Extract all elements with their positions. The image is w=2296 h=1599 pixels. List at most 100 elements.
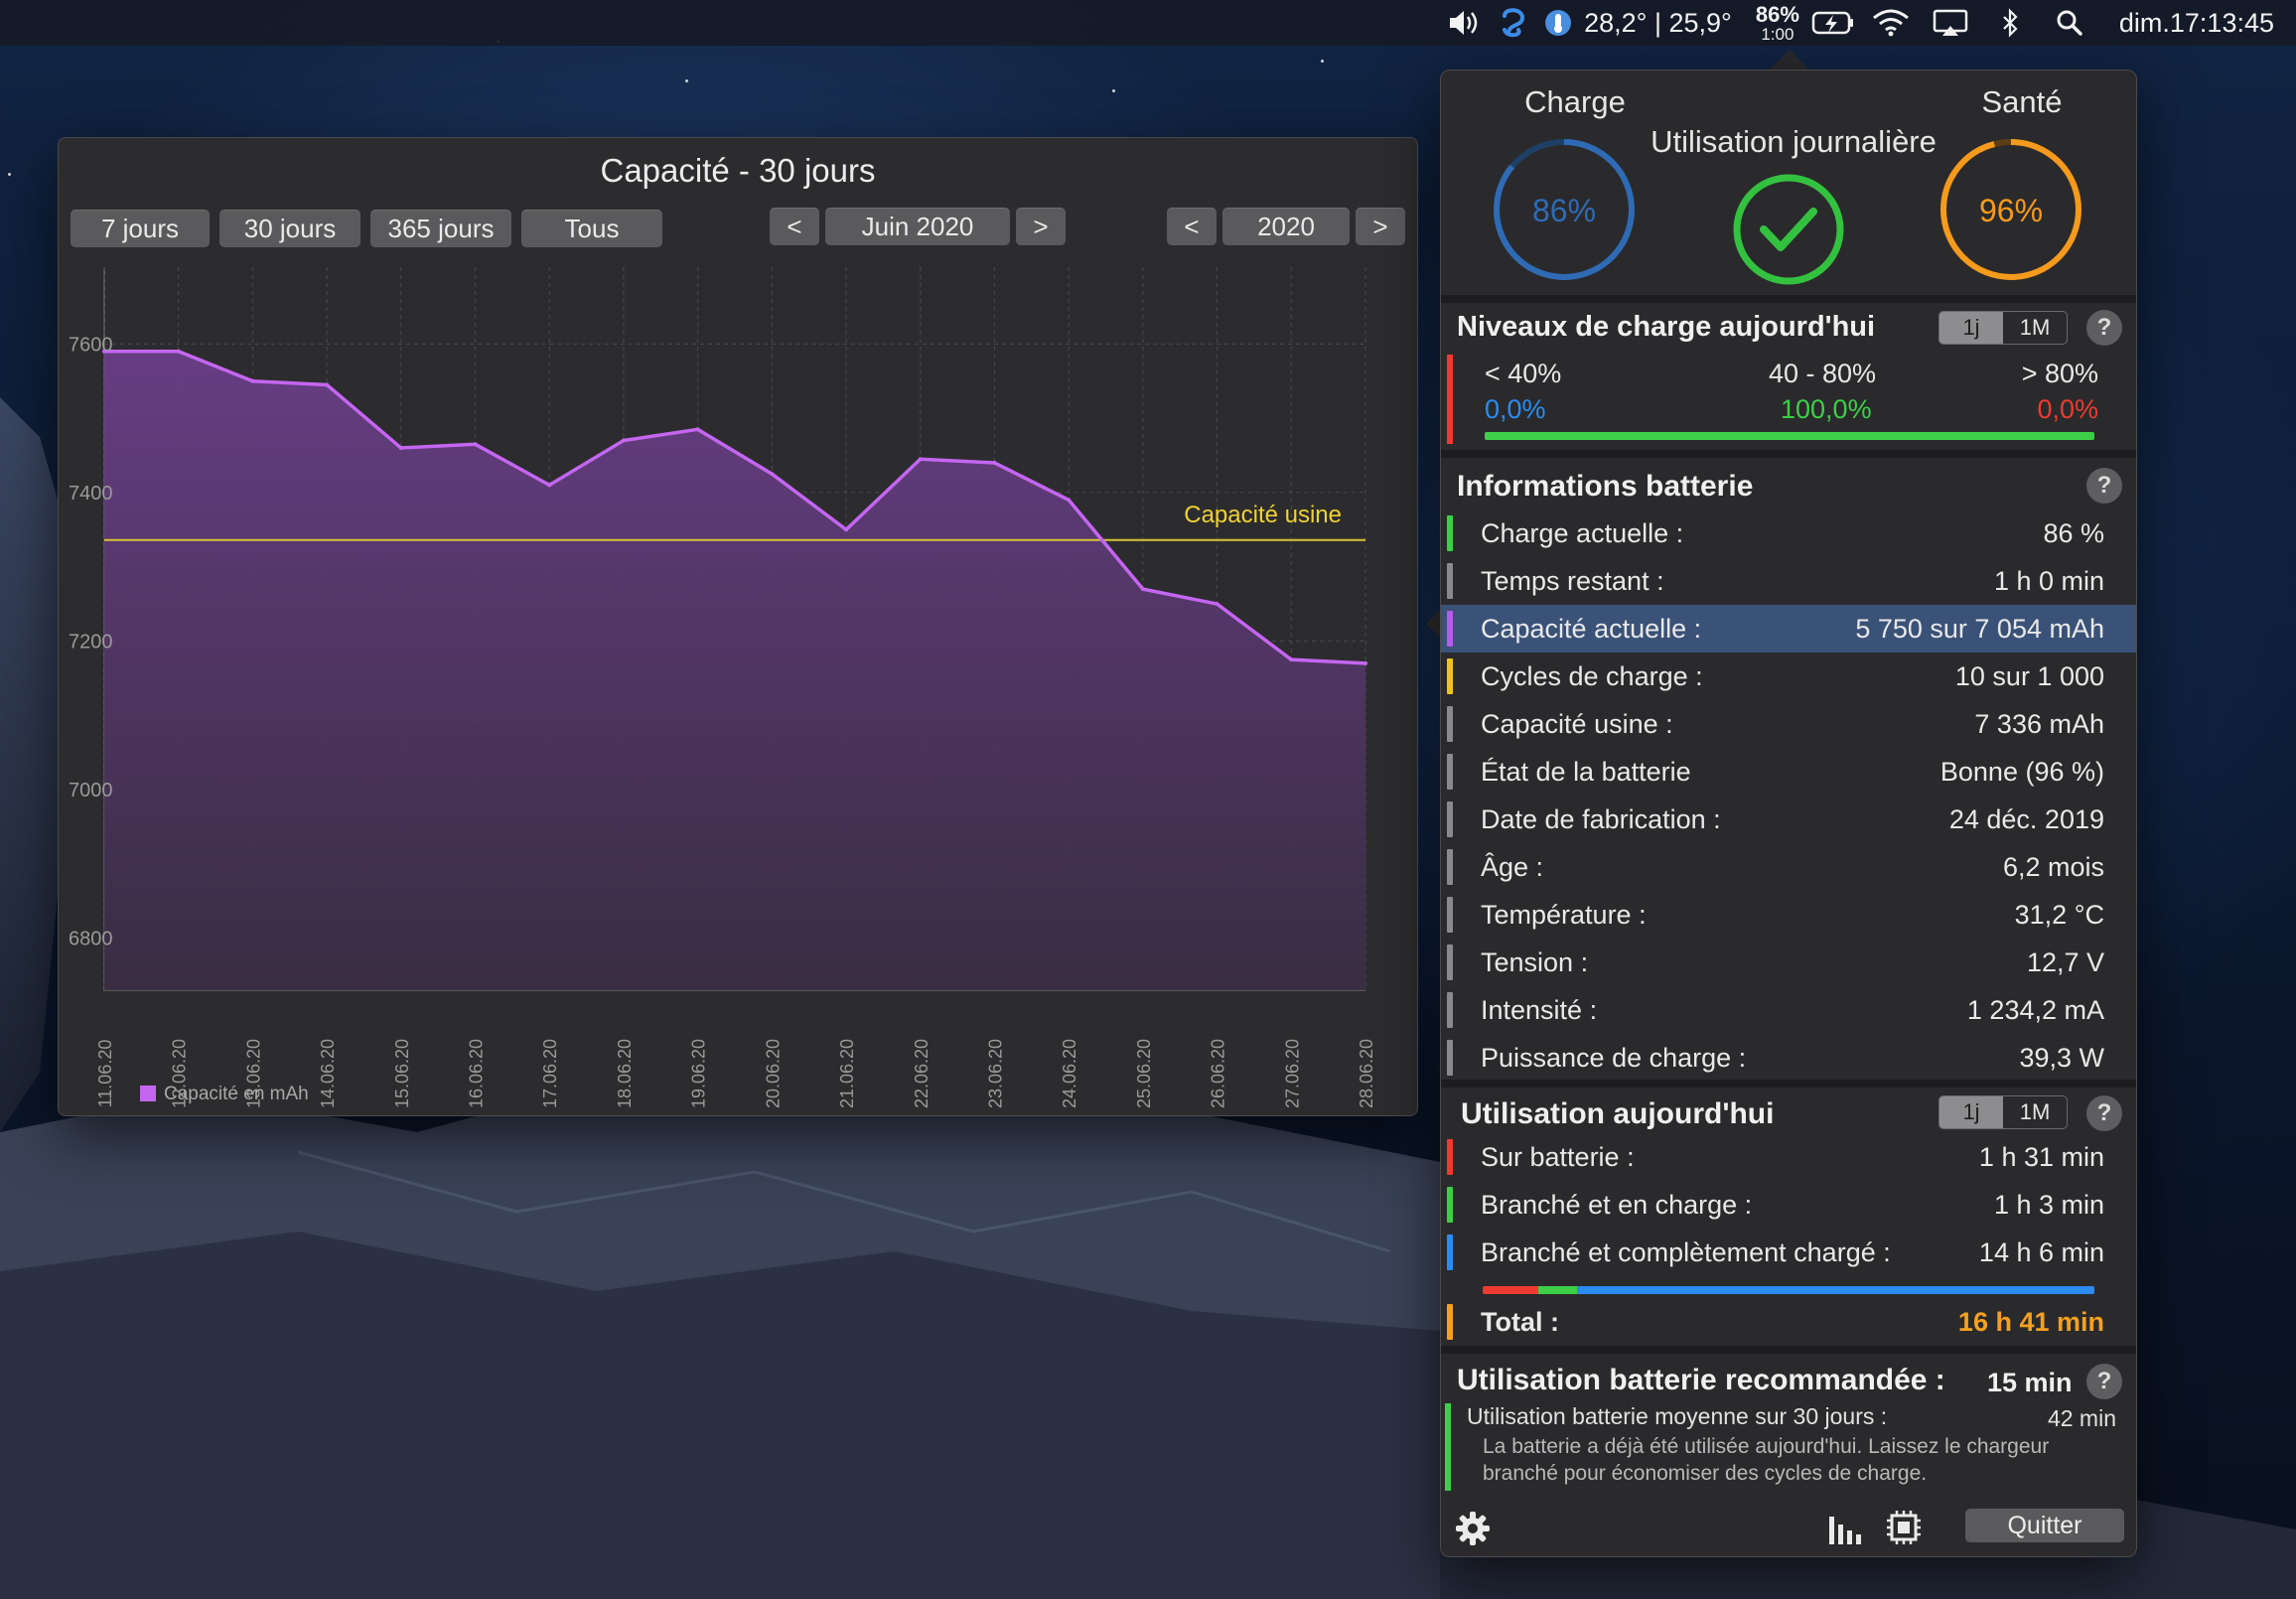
- volume-icon[interactable]: [1439, 0, 1489, 46]
- usage-help-icon[interactable]: ?: [2086, 1095, 2122, 1131]
- x-tick-label: 17.06.20: [540, 1039, 560, 1108]
- capacity-point: [473, 442, 478, 447]
- legend-swatch: [140, 1086, 156, 1101]
- info-row-label: Puissance de charge :: [1481, 1042, 1747, 1073]
- battery-time: 1:00: [1761, 24, 1794, 44]
- x-tick-label: 26.06.20: [1209, 1039, 1228, 1108]
- level-high-value: 0,0%: [2037, 394, 2098, 424]
- info-row-value: 1 234,2 mA: [1966, 994, 2104, 1025]
- charge-levels-help-icon[interactable]: ?: [2086, 310, 2122, 346]
- settings-gear-icon[interactable]: [1453, 1509, 1493, 1548]
- info-row-value: 5 750 sur 7 054 mAh: [1855, 613, 2104, 644]
- info-row-value: 7 336 mAh: [1974, 708, 2104, 739]
- info-row-label: Date de fabrication :: [1481, 803, 1721, 834]
- info-row-label: Capacité usine :: [1481, 708, 1673, 739]
- quit-button[interactable]: Quitter: [1965, 1509, 2124, 1542]
- info-row-color-bar: [1447, 563, 1453, 599]
- battery-popover: Charge Utilisation journalière Santé 86%…: [1440, 70, 2137, 1557]
- recommended-usage-section: Utilisation batterie recommandée : 15 mi…: [1441, 1354, 2136, 1497]
- info-row-color-bar: [1447, 658, 1453, 694]
- info-row: Capacité usine : 7 336 mAh: [1441, 700, 2136, 748]
- period-1m-button[interactable]: 1M: [2003, 312, 2067, 344]
- capacity-point: [1289, 657, 1294, 662]
- app-status-icon[interactable]: [1489, 0, 1538, 46]
- x-tick-label: 22.06.20: [912, 1039, 932, 1108]
- info-row-value: 1 h 0 min: [1993, 565, 2104, 596]
- usage-distribution-bar: [1483, 1286, 2094, 1294]
- usage-total-label: Total :: [1481, 1306, 1559, 1337]
- usage-row-label: Branché et complètement chargé :: [1481, 1236, 1891, 1267]
- info-row[interactable]: Capacité actuelle : 5 750 sur 7 054 mAh: [1441, 605, 2136, 653]
- history-chart-icon[interactable]: [1826, 1509, 1866, 1546]
- info-row: Âge : 6,2 mois: [1441, 843, 2136, 891]
- usage-total-row: Total : 16 h 41 min: [1441, 1298, 2136, 1346]
- usage-row-label: Branché et en charge :: [1481, 1189, 1753, 1220]
- info-row: Température : 31,2 °C: [1441, 891, 2136, 939]
- charge-levels-period-toggle[interactable]: 1j 1M: [1938, 311, 2068, 345]
- capacity-point: [398, 446, 403, 451]
- x-tick-label: 19.06.20: [689, 1039, 709, 1108]
- airplay-icon[interactable]: [1921, 0, 1980, 46]
- gauges-svg: 86% 96%: [1494, 139, 2081, 285]
- spotlight-search-icon[interactable]: [2040, 0, 2099, 46]
- y-tick-label: 7600: [69, 334, 113, 356]
- recommended-help-icon[interactable]: ?: [2086, 1364, 2122, 1399]
- info-row: Tension : 12,7 V: [1441, 939, 2136, 986]
- info-row-color-bar: [1447, 1040, 1453, 1076]
- battery-status-text[interactable]: 86% 1:00: [1750, 0, 1805, 46]
- wifi-icon[interactable]: [1861, 0, 1921, 46]
- recommended-title: Utilisation batterie recommandée :: [1457, 1364, 1945, 1396]
- x-tick-label: 21.06.20: [837, 1039, 857, 1108]
- capacity-point: [325, 382, 330, 387]
- capacity-point: [992, 460, 997, 465]
- weather-temperature[interactable]: 28,2° | 25,9°: [1578, 0, 1750, 46]
- divider: [1441, 295, 2136, 303]
- info-row-color-bar: [1447, 992, 1453, 1028]
- divider: [1441, 1346, 2136, 1354]
- usage-period-toggle[interactable]: 1j 1M: [1938, 1095, 2068, 1129]
- usage-today-title: Utilisation aujourd'hui: [1461, 1097, 1775, 1130]
- capacity-point: [547, 483, 552, 488]
- info-row-value: 31,2 °C: [2014, 899, 2104, 930]
- total-color-bar: [1447, 1304, 1453, 1340]
- capacity-point: [844, 527, 849, 532]
- capacity-chart: Capacité usine 11.06.20 12.06.20 13.06.20 1…: [69, 267, 1376, 1108]
- factory-capacity-label: Capacité usine: [1184, 502, 1342, 528]
- info-row-value: Bonne (96 %): [1939, 756, 2104, 787]
- usage-period-1j-button[interactable]: 1j: [1939, 1096, 2003, 1128]
- usage-row-value: 1 h 31 min: [1978, 1141, 2104, 1172]
- weather-icon[interactable]: [1538, 0, 1578, 46]
- info-row-value: 39,3 W: [2019, 1042, 2104, 1073]
- battery-info-section: Informations batterie ? Charge actuelle …: [1441, 458, 2136, 1153]
- level-mid-value: 100,0%: [1781, 394, 1872, 424]
- health-gauge-value: 96%: [1979, 193, 2043, 228]
- recommended-color-bar: [1445, 1403, 1451, 1491]
- info-row-label: Capacité actuelle :: [1481, 613, 1702, 644]
- recommended-value: 15 min: [1987, 1368, 2073, 1397]
- star: [1112, 89, 1115, 92]
- menu-clock[interactable]: dim.17:13:45: [2099, 0, 2274, 46]
- processor-icon[interactable]: [1884, 1509, 1924, 1546]
- info-row: Cycles de charge : 10 sur 1 000: [1441, 653, 2136, 700]
- capacity-point: [176, 349, 181, 354]
- info-row-color-bar: [1447, 515, 1453, 551]
- bluetooth-icon[interactable]: [1980, 0, 2040, 46]
- battery-info-help-icon[interactable]: ?: [2086, 468, 2122, 504]
- info-row-label: Temps restant :: [1481, 565, 1664, 596]
- usage-bar-charging: [1538, 1286, 1577, 1294]
- level-mid-label: 40 - 80%: [1769, 359, 1877, 388]
- usage-row: Sur batterie : 1 h 31 min: [1441, 1133, 2136, 1181]
- level-low-value: 0,0%: [1485, 394, 1546, 424]
- battery-charging-icon[interactable]: [1805, 0, 1861, 46]
- capacity-point: [918, 457, 923, 462]
- info-row-color-bar: [1447, 754, 1453, 790]
- star: [1321, 60, 1324, 63]
- battery-info-title: Informations batterie: [1457, 470, 1754, 503]
- usage-row-color-bar: [1447, 1139, 1453, 1175]
- info-row-label: Charge actuelle :: [1481, 517, 1684, 548]
- usage-row: Branché et en charge : 1 h 3 min: [1441, 1181, 2136, 1229]
- info-row: Intensité : 1 234,2 mA: [1441, 986, 2136, 1034]
- info-row: Puissance de charge : 39,3 W: [1441, 1034, 2136, 1082]
- period-1j-button[interactable]: 1j: [1939, 312, 2003, 344]
- usage-period-1m-button[interactable]: 1M: [2003, 1096, 2067, 1128]
